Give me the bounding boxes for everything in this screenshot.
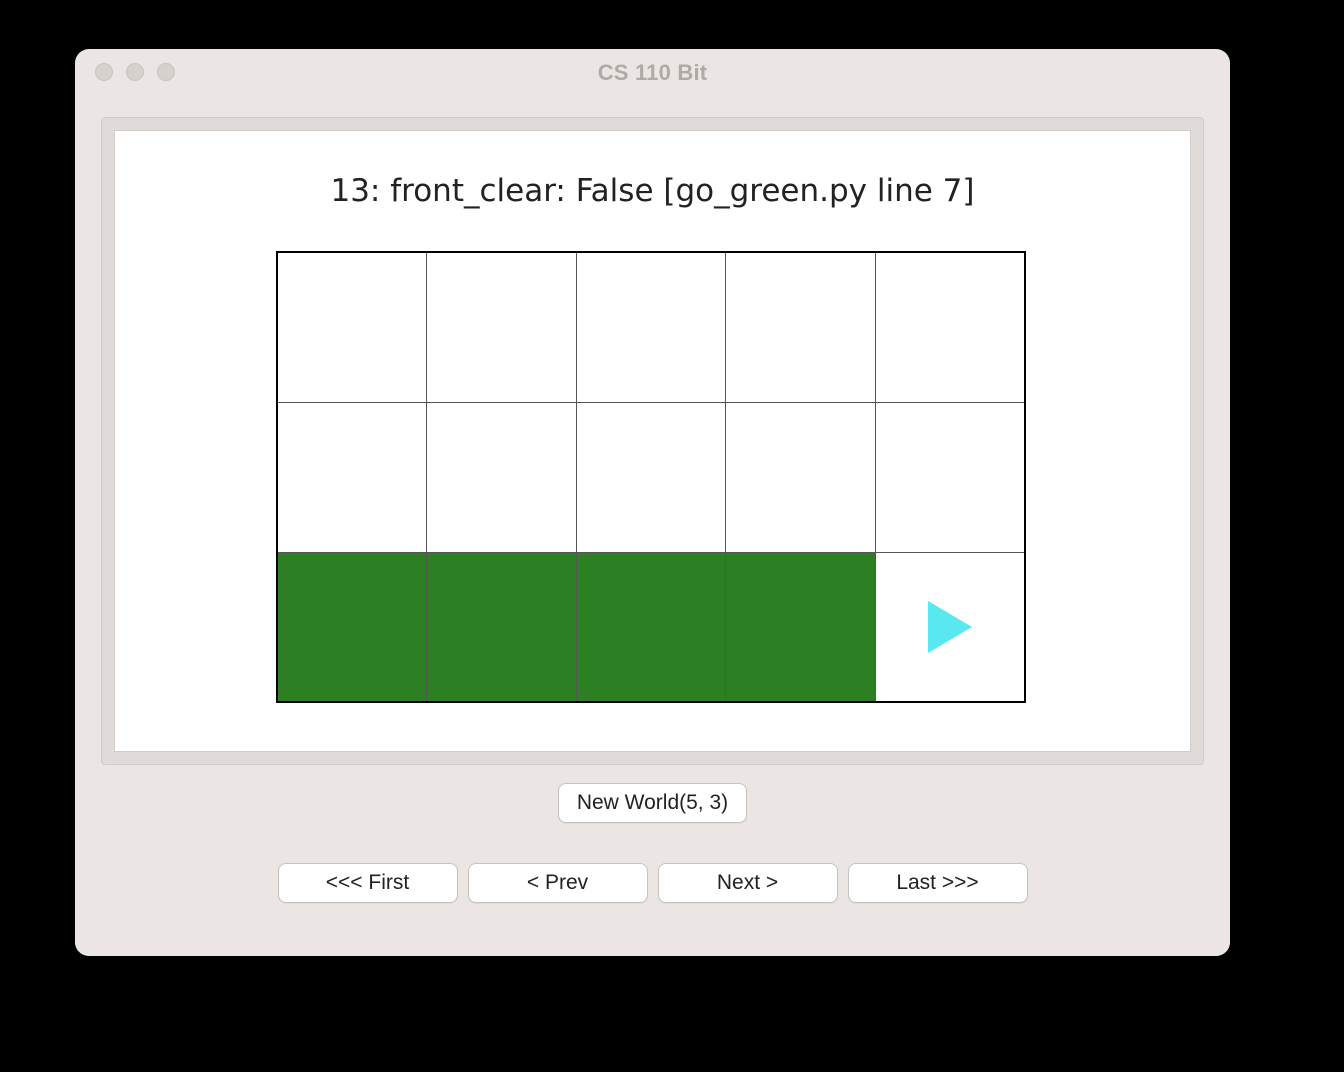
canvas: 13: front_clear: False [go_green.py line…: [114, 130, 1191, 752]
grid-cell: [875, 552, 1025, 702]
last-button[interactable]: Last >>>: [848, 863, 1028, 903]
grid-cell: [277, 252, 427, 402]
grid-cell: [576, 252, 726, 402]
first-button[interactable]: <<< First: [278, 863, 458, 903]
nav-row: <<< First < Prev Next > Last >>>: [101, 863, 1204, 903]
canvas-panel: 13: front_clear: False [go_green.py line…: [101, 117, 1204, 765]
new-world-button[interactable]: New World(5, 3): [558, 783, 747, 823]
grid-cell: [726, 552, 876, 702]
zoom-icon[interactable]: [157, 63, 175, 81]
content-area: 13: front_clear: False [go_green.py line…: [75, 97, 1230, 956]
bit-arrow-icon: [928, 601, 972, 653]
app-window: CS 110 Bit 13: front_clear: False [go_gr…: [75, 49, 1230, 956]
grid-cell: [427, 402, 577, 552]
grid: [276, 251, 1026, 701]
prev-button[interactable]: < Prev: [468, 863, 648, 903]
minimize-icon[interactable]: [126, 63, 144, 81]
grid-cell: [427, 552, 577, 702]
titlebar: CS 110 Bit: [75, 49, 1230, 97]
grid-cell: [576, 552, 726, 702]
grid-cell: [726, 402, 876, 552]
grid-cell: [576, 402, 726, 552]
next-button[interactable]: Next >: [658, 863, 838, 903]
grid-cell: [726, 252, 876, 402]
window-controls: [95, 63, 175, 81]
window-title: CS 110 Bit: [75, 60, 1230, 86]
status-line: 13: front_clear: False [go_green.py line…: [115, 173, 1190, 209]
grid-cell: [875, 252, 1025, 402]
new-world-row: New World(5, 3): [101, 783, 1204, 823]
grid-cell: [875, 402, 1025, 552]
close-icon[interactable]: [95, 63, 113, 81]
grid-cell: [277, 552, 427, 702]
grid-cell: [277, 402, 427, 552]
grid-cell: [427, 252, 577, 402]
